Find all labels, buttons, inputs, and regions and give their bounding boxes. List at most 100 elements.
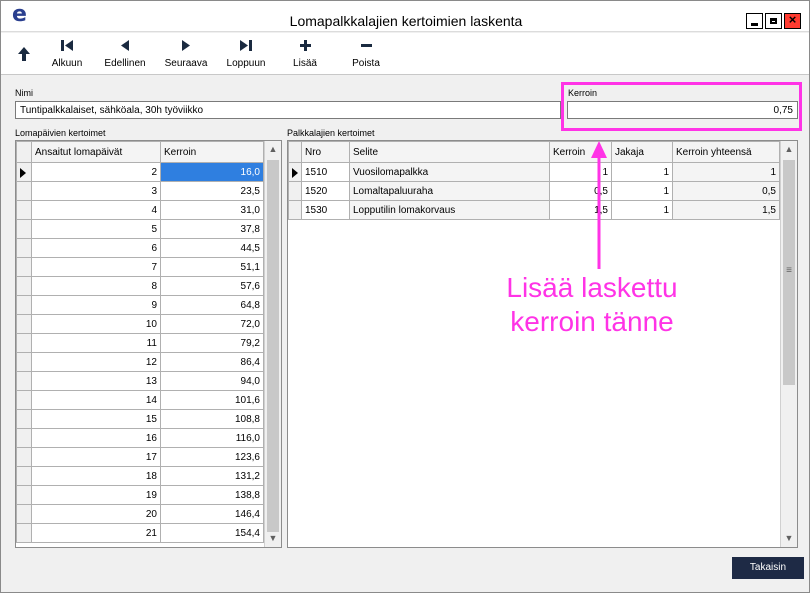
row-indicator[interactable] xyxy=(16,276,32,296)
table-row[interactable]: 16 116,0 xyxy=(16,428,264,448)
ansaitut-cell[interactable]: 5 xyxy=(31,219,161,239)
scroll-up-icon[interactable]: ▲ xyxy=(781,141,797,158)
up-arrow-icon[interactable] xyxy=(18,47,30,61)
jakaja-cell[interactable]: 1 xyxy=(611,200,673,220)
row-indicator[interactable] xyxy=(16,257,32,277)
table-row[interactable]: 12 86,4 xyxy=(16,352,264,372)
kerroin-cell[interactable]: 37,8 xyxy=(160,219,264,239)
table-row[interactable]: 15 108,8 xyxy=(16,409,264,429)
ansaitut-cell[interactable]: 14 xyxy=(31,390,161,410)
kerroin-cell[interactable]: 108,8 xyxy=(160,409,264,429)
last-button[interactable]: Loppuun xyxy=(223,37,269,71)
ansaitut-cell[interactable]: 10 xyxy=(31,314,161,334)
nro-cell[interactable]: 1520 xyxy=(301,181,350,201)
row-indicator[interactable] xyxy=(16,162,32,182)
row-indicator[interactable] xyxy=(16,314,32,334)
kerroin-yhteensa-cell[interactable]: 1 xyxy=(672,162,780,182)
column-header[interactable]: Kerroin yhteensä xyxy=(672,141,780,163)
close-button[interactable]: × xyxy=(784,12,801,29)
table-row[interactable]: 10 72,0 xyxy=(16,314,264,334)
table-row[interactable]: 6 44,5 xyxy=(16,238,264,258)
ansaitut-cell[interactable]: 12 xyxy=(31,352,161,372)
kerroin-cell[interactable]: 51,1 xyxy=(160,257,264,277)
table-row[interactable]: 7 51,1 xyxy=(16,257,264,277)
palkkalajit-scrollbar[interactable]: ▲ ≡ ▼ xyxy=(780,141,797,547)
table-row[interactable]: 13 94,0 xyxy=(16,371,264,391)
ansaitut-cell[interactable]: 19 xyxy=(31,485,161,505)
kerroin-yhteensa-cell[interactable]: 0,5 xyxy=(672,181,780,201)
column-header[interactable]: Nro xyxy=(301,141,350,163)
kerroin-cell[interactable]: 123,6 xyxy=(160,447,264,467)
kerroin-cell[interactable]: 44,5 xyxy=(160,238,264,258)
ansaitut-cell[interactable]: 18 xyxy=(31,466,161,486)
ansaitut-cell[interactable]: 15 xyxy=(31,409,161,429)
row-indicator[interactable] xyxy=(16,181,32,201)
scroll-down-icon[interactable]: ▼ xyxy=(781,530,797,547)
nro-cell[interactable]: 1510 xyxy=(301,162,350,182)
column-header[interactable]: Kerroin xyxy=(160,141,264,163)
table-row[interactable]: 1520 Lomaltapaluuraha 0,5 1 0,5 xyxy=(288,181,780,201)
row-indicator[interactable] xyxy=(16,333,32,353)
ansaitut-cell[interactable]: 21 xyxy=(31,523,161,543)
ansaitut-cell[interactable]: 9 xyxy=(31,295,161,315)
row-indicator[interactable] xyxy=(16,352,32,372)
nro-cell[interactable]: 1530 xyxy=(301,200,350,220)
row-indicator[interactable] xyxy=(16,200,32,220)
row-indicator[interactable] xyxy=(16,504,32,524)
kerroin-cell[interactable]: 138,8 xyxy=(160,485,264,505)
kerroin-cell[interactable]: 16,0 xyxy=(160,162,264,182)
table-row[interactable]: 9 64,8 xyxy=(16,295,264,315)
ansaitut-cell[interactable]: 17 xyxy=(31,447,161,467)
ansaitut-cell[interactable]: 16 xyxy=(31,428,161,448)
kerroin-cell[interactable]: 72,0 xyxy=(160,314,264,334)
row-indicator[interactable] xyxy=(16,219,32,239)
kerroin-cell[interactable]: 79,2 xyxy=(160,333,264,353)
kerroin-cell[interactable]: 57,6 xyxy=(160,276,264,296)
jakaja-cell[interactable]: 1 xyxy=(611,181,673,201)
kerroin-cell[interactable]: 31,0 xyxy=(160,200,264,220)
kerroin-cell[interactable]: 131,2 xyxy=(160,466,264,486)
first-button[interactable]: Alkuun xyxy=(47,37,87,71)
ansaitut-cell[interactable]: 11 xyxy=(31,333,161,353)
ansaitut-cell[interactable]: 2 xyxy=(31,162,161,182)
row-indicator[interactable] xyxy=(16,409,32,429)
row-indicator[interactable] xyxy=(16,295,32,315)
kerroin-cell[interactable]: 0,5 xyxy=(549,181,612,201)
table-row[interactable]: 3 23,5 xyxy=(16,181,264,201)
selite-cell[interactable]: Lomaltapaluuraha xyxy=(349,181,550,201)
table-row[interactable]: 8 57,6 xyxy=(16,276,264,296)
ansaitut-cell[interactable]: 3 xyxy=(31,181,161,201)
row-indicator[interactable] xyxy=(288,200,302,220)
column-header[interactable]: Ansaitut lomapäivät xyxy=(31,141,161,163)
next-button[interactable]: Seuraava xyxy=(161,37,211,71)
lomapaivat-scrollbar[interactable]: ▲ ▼ xyxy=(264,141,281,547)
table-row[interactable]: 14 101,6 xyxy=(16,390,264,410)
table-row[interactable]: 19 138,8 xyxy=(16,485,264,505)
kerroin-cell[interactable]: 23,5 xyxy=(160,181,264,201)
scroll-down-icon[interactable]: ▼ xyxy=(265,530,281,547)
table-row[interactable]: 11 79,2 xyxy=(16,333,264,353)
row-indicator[interactable] xyxy=(16,390,32,410)
kerroin-cell[interactable]: 1,5 xyxy=(549,200,612,220)
delete-button[interactable]: Poista xyxy=(347,37,385,71)
add-button[interactable]: Lisää xyxy=(287,37,323,71)
row-indicator[interactable] xyxy=(16,428,32,448)
table-row[interactable]: 17 123,6 xyxy=(16,447,264,467)
jakaja-cell[interactable]: 1 xyxy=(611,162,673,182)
maximize-button[interactable] xyxy=(765,13,782,29)
scrollbar-thumb[interactable] xyxy=(267,160,279,532)
kerroin-cell[interactable]: 146,4 xyxy=(160,504,264,524)
table-row[interactable]: 1510 Vuosilomapalkka 1 1 1 xyxy=(288,162,780,182)
kerroin-cell[interactable]: 101,6 xyxy=(160,390,264,410)
previous-button[interactable]: Edellinen xyxy=(102,37,148,71)
column-header[interactable]: Selite xyxy=(349,141,550,163)
scroll-up-icon[interactable]: ▲ xyxy=(265,141,281,158)
minimize-button[interactable] xyxy=(746,13,763,29)
kerroin-cell[interactable]: 1 xyxy=(549,162,612,182)
kerroin-cell[interactable]: 154,4 xyxy=(160,523,264,543)
table-row[interactable]: 5 37,8 xyxy=(16,219,264,239)
ansaitut-cell[interactable]: 7 xyxy=(31,257,161,277)
row-indicator[interactable] xyxy=(16,371,32,391)
row-indicator[interactable] xyxy=(16,238,32,258)
selite-cell[interactable]: Lopputilin lomakorvaus xyxy=(349,200,550,220)
